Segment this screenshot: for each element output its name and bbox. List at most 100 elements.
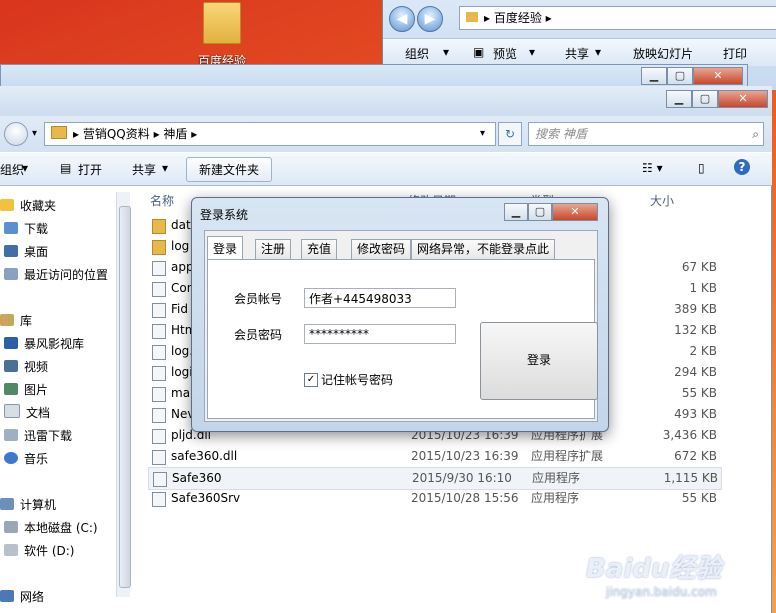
print-button[interactable]: 打印 <box>723 45 747 62</box>
command-bar: 组织 ▾ ▤ 打开 共享 ▾ 新建文件夹 ☷ ▾ ▯ ? <box>0 152 772 186</box>
file-icon <box>152 345 166 360</box>
preview-pane-icon[interactable]: ▯ <box>698 161 705 175</box>
slideshow-button[interactable]: 放映幻灯片 <box>633 45 693 62</box>
maximize-button[interactable]: ▢ <box>692 90 718 108</box>
nav-item-drive-d[interactable]: 软件 (D:) <box>4 541 74 561</box>
view-options-icon[interactable]: ☷ ▾ <box>642 161 663 175</box>
maximize-button[interactable]: ▢ <box>528 203 552 221</box>
file-icon <box>153 472 167 487</box>
file-icon <box>152 282 166 297</box>
nav-item-music[interactable]: 音乐 <box>4 449 48 469</box>
file-icon <box>152 261 166 276</box>
column-name[interactable]: 名称 <box>150 190 174 212</box>
file-type: 应用程序 <box>532 471 581 485</box>
organize-menu[interactable]: 组织 <box>405 45 429 62</box>
file-name: log <box>171 239 190 253</box>
file-size: 3,436 KB <box>662 428 717 442</box>
preview-menu[interactable]: 预览 <box>493 45 517 62</box>
nav-item-xunlei[interactable]: 迅雷下载 <box>4 426 72 446</box>
remember-label: 记住帐号密码 <box>321 373 394 387</box>
organize-menu[interactable]: 组织 <box>0 161 24 178</box>
nav-item-desktop[interactable]: 桌面 <box>4 242 48 262</box>
minimize-button[interactable]: ▁ <box>641 67 667 85</box>
file-icon <box>152 429 166 444</box>
file-icon <box>152 324 166 339</box>
dropdown-arrow-icon: ▾ <box>529 45 536 59</box>
dialog-title: 登录系统 <box>200 208 249 222</box>
close-button[interactable]: ✕ <box>718 90 768 108</box>
login-button[interactable]: 登录 <box>480 322 598 400</box>
minimize-button[interactable]: ▁ <box>504 203 528 221</box>
share-menu[interactable]: 共享 <box>132 161 156 178</box>
account-label: 会员帐号 <box>234 292 283 306</box>
nav-scrollbar[interactable] <box>116 192 131 597</box>
breadcrumb-item[interactable]: 营销QQ资料 <box>83 127 150 141</box>
password-input[interactable] <box>304 324 456 344</box>
remember-checkbox[interactable]: ✓ <box>304 373 318 387</box>
file-date: 2015/10/28 15:56 <box>411 491 519 505</box>
nav-network[interactable]: 网络 <box>0 587 44 607</box>
refresh-icon[interactable]: ↻ <box>498 122 522 146</box>
file-name: logi <box>171 365 193 379</box>
file-name: safe360.dll <box>171 449 238 463</box>
address-bar[interactable]: ▸ 营销QQ资料 ▸ 神盾 ▸ <box>44 122 496 146</box>
help-icon[interactable]: ? <box>734 159 750 175</box>
address-dropdown-icon[interactable]: ▾ <box>480 128 485 139</box>
file-size: 67 KB <box>681 260 717 274</box>
minimize-button[interactable]: ▁ <box>666 90 692 108</box>
folder-icon <box>152 240 166 255</box>
nav-computer[interactable]: 计算机 <box>0 495 56 515</box>
file-date: 2015/10/23 16:39 <box>411 449 519 463</box>
file-date: 2015/9/30 16:10 <box>412 471 512 485</box>
account-input[interactable] <box>304 288 456 308</box>
desktop-folder-icon[interactable]: 百度经验 <box>192 0 252 68</box>
back-arrow-icon[interactable]: ◀ <box>389 6 415 32</box>
nav-libraries[interactable]: 库 <box>0 311 32 331</box>
nav-item-pictures[interactable]: 图片 <box>4 380 48 400</box>
nav-item-videos[interactable]: 视频 <box>4 357 48 377</box>
tab-login[interactable]: 登录 <box>207 236 244 261</box>
baidu-watermark: Baidu经验 jingyan.baidu.com <box>586 548 746 608</box>
nav-item-drive-c[interactable]: 本地磁盘 (C:) <box>4 518 98 538</box>
recent-pages-dropdown-icon[interactable]: ▾ <box>32 128 37 139</box>
address-bar[interactable]: ▸ 百度经验 ▸ <box>459 6 776 30</box>
file-icon <box>152 450 166 465</box>
open-button[interactable]: 打开 <box>78 161 102 178</box>
table-row[interactable]: safe360.dll 2015/10/23 16:39 应用程序扩展 672 KB <box>148 446 720 467</box>
file-size: 672 KB <box>674 449 717 463</box>
nav-favorites[interactable]: 收藏夹 <box>0 196 56 216</box>
close-button[interactable]: ✕ <box>552 203 598 221</box>
maximize-button[interactable]: ▢ <box>667 67 693 85</box>
tab-recharge[interactable]: 充值 <box>301 239 338 260</box>
file-size: 132 KB <box>674 323 717 337</box>
forward-arrow-icon[interactable]: ▶ <box>417 6 443 32</box>
nav-item-baofeng[interactable]: 暴风影视库 <box>4 334 84 354</box>
videos-icon <box>4 360 18 372</box>
address-path: 百度经验 <box>493 11 542 25</box>
pictures-icon <box>4 383 18 395</box>
close-button[interactable]: ✕ <box>693 67 743 85</box>
tab-network-error[interactable]: 网络异常，不能登录点此 <box>411 239 556 260</box>
desktop-icon <box>4 245 18 257</box>
scrollbar-thumb[interactable] <box>119 206 131 588</box>
folder-icon <box>466 12 478 22</box>
file-size: 1,115 KB <box>663 471 718 485</box>
search-input[interactable]: 搜索 神盾 ⌕ <box>528 122 764 146</box>
address-row: ▾ ▸ 营销QQ资料 ▸ 神盾 ▸ ▾ ↻ 搜索 神盾 ⌕ <box>0 116 772 152</box>
tab-register[interactable]: 注册 <box>255 239 292 260</box>
tab-change-password[interactable]: 修改密码 <box>351 239 412 260</box>
back-arrow-icon[interactable] <box>4 122 28 146</box>
nav-item-recent[interactable]: 最近访问的位置 <box>4 265 108 285</box>
table-row[interactable]: Safe360 2015/9/30 16:10 应用程序 1,115 KB <box>148 467 722 490</box>
table-row[interactable]: Safe360Srv 2015/10/28 15:56 应用程序 55 KB <box>148 488 720 509</box>
breadcrumb-item[interactable]: 神盾 <box>163 127 187 141</box>
new-folder-button[interactable]: 新建文件夹 <box>186 157 273 182</box>
nav-item-downloads[interactable]: 下载 <box>4 219 48 239</box>
window-titlebar[interactable]: ▁ ▢ ✕ <box>0 86 772 116</box>
nav-item-documents[interactable]: 文档 <box>4 403 50 423</box>
watermark-url: jingyan.baidu.com <box>606 585 717 599</box>
share-menu[interactable]: 共享 <box>565 45 589 62</box>
middle-window-titlebar[interactable]: ▁ ▢ ✕ <box>0 64 748 88</box>
column-size[interactable]: 大小 <box>650 190 674 212</box>
hard-drive-icon <box>4 544 18 556</box>
